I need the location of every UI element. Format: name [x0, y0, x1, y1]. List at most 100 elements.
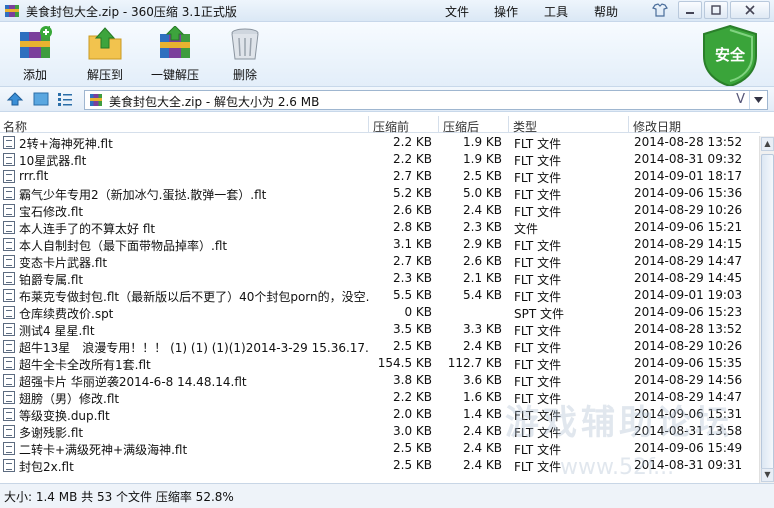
- file-icon: [3, 459, 15, 472]
- table-row[interactable]: 超牛全卡全改所有1套.flt 154.5 KB 112.7 KB FLT 文件 2014…: [0, 355, 760, 372]
- file-size-before: 2.5 KB: [393, 339, 432, 353]
- add-button[interactable]: 添加: [2, 24, 68, 84]
- file-name: 霸气少年专用2（新加冰勺.蛋挞.散弹一套）.flt: [19, 188, 267, 202]
- file-icon: [3, 289, 15, 302]
- col-after[interactable]: 压缩后: [443, 118, 479, 135]
- file-size-before: 3.1 KB: [393, 237, 432, 251]
- one-click-extract-icon: [160, 26, 190, 58]
- add-archive-icon: [20, 26, 52, 58]
- skin-icon[interactable]: [648, 1, 672, 19]
- chevron-down-icon: [754, 97, 763, 103]
- large-icon-view-icon[interactable]: [32, 91, 50, 107]
- table-row[interactable]: 变态卡片武器.flt 2.7 KB 2.6 KB FLT 文件 2014-08-29 1…: [0, 253, 760, 270]
- table-row[interactable]: 霸气少年专用2（新加冰勺.蛋挞.散弹一套）.flt 5.2 KB 5.0 KB FLT…: [0, 185, 760, 202]
- col-type[interactable]: 类型: [513, 118, 537, 135]
- trash-icon: [231, 28, 259, 60]
- address-field[interactable]: 美食封包大全.zip - 解包大小为 2.6 MB V: [84, 90, 768, 110]
- file-size-before: 154.5 KB: [377, 356, 432, 370]
- file-size-before: 2.0 KB: [393, 407, 432, 421]
- file-icon: [3, 408, 15, 421]
- extract-to-button[interactable]: 解压到: [72, 24, 138, 84]
- minimize-button[interactable]: [678, 1, 702, 19]
- window-title: 美食封包大全.zip - 360压缩 3.1正式版: [26, 5, 237, 19]
- status-bar: 大小: 1.4 MB 共 53 个文件 压缩率 52.8%: [0, 483, 774, 508]
- file-icon: [3, 323, 15, 336]
- scroll-up-arrow[interactable]: ▲: [761, 137, 774, 151]
- file-icon: [3, 187, 15, 200]
- table-row[interactable]: 宝石修改.flt 2.6 KB 2.4 KB FLT 文件 2014-08-29 10:…: [0, 202, 760, 219]
- file-size-after: 5.4 KB: [463, 288, 502, 302]
- watermark-url: www.52f...: [560, 455, 675, 480]
- table-row[interactable]: 本人自制封包（最下面带物品掉率）.flt 3.1 KB 2.9 KB FLT 文件 20…: [0, 236, 760, 253]
- file-size-after: 2.4 KB: [463, 203, 502, 217]
- file-size-before: 2.5 KB: [393, 441, 432, 455]
- menu-operation[interactable]: 操作: [494, 3, 518, 20]
- file-size-before: 5.2 KB: [393, 186, 432, 200]
- file-size-before: 2.8 KB: [393, 220, 432, 234]
- one-click-extract-button[interactable]: 一键解压: [142, 24, 208, 84]
- file-size-after: 2.4 KB: [463, 441, 502, 455]
- file-size-after: 1.9 KB: [463, 152, 502, 166]
- file-size-before: 2.2 KB: [393, 390, 432, 404]
- col-name[interactable]: 名称: [3, 118, 27, 135]
- table-row[interactable]: 仓库续费改价.spt 0 KB SPT 文件 2014-09-06 15:23: [0, 304, 760, 321]
- table-row[interactable]: 本人连手了的不算太好 flt 2.8 KB 2.3 KB 文件 2014-09-06 1…: [0, 219, 760, 236]
- file-type: FLT 文件: [514, 205, 562, 219]
- file-name: 测试4 星星.flt: [19, 324, 95, 338]
- maximize-button[interactable]: [704, 1, 728, 19]
- table-row[interactable]: 铂爵专属.flt 2.3 KB 2.1 KB FLT 文件 2014-08-29 14:…: [0, 270, 760, 287]
- close-button[interactable]: [730, 1, 770, 19]
- menu-file[interactable]: 文件: [445, 3, 469, 20]
- file-name: rrr.flt: [19, 169, 49, 183]
- file-icon: [3, 340, 15, 353]
- file-icon: [3, 204, 15, 217]
- file-date: 2014-08-29 14:56: [634, 373, 743, 387]
- file-type: FLT 文件: [514, 375, 562, 389]
- file-icon: [3, 136, 15, 149]
- file-type: FLT 文件: [514, 154, 562, 168]
- up-arrow-icon[interactable]: [6, 91, 24, 107]
- menu-help[interactable]: 帮助: [594, 3, 618, 20]
- file-date: 2014-08-31 09:32: [634, 152, 743, 166]
- file-name: 仓库续费改价.spt: [19, 307, 114, 321]
- table-row[interactable]: 10星武器.flt 2.2 KB 1.9 KB FLT 文件 2014-08-31 09…: [0, 151, 760, 168]
- file-size-before: 2.2 KB: [393, 152, 432, 166]
- list-view-icon[interactable]: [56, 91, 74, 107]
- file-size-after: 2.5 KB: [463, 169, 502, 183]
- list-header: 名称 压缩前 压缩后 类型 修改日期: [0, 116, 760, 135]
- scroll-down-arrow[interactable]: ▼: [761, 468, 774, 482]
- file-type: FLT 文件: [514, 324, 562, 338]
- table-row[interactable]: 测试4 星星.flt 3.5 KB 3.3 KB FLT 文件 2014-08-28 1…: [0, 321, 760, 338]
- table-row[interactable]: 超牛13星 浪漫专用！！！ (1) (1) (1)(1)2014-3-29 15…: [0, 338, 760, 355]
- add-label: 添加: [22, 68, 47, 82]
- file-name: 超牛全卡全改所有1套.flt: [19, 358, 151, 372]
- col-before[interactable]: 压缩前: [373, 118, 409, 135]
- table-row[interactable]: rrr.flt 2.7 KB 2.5 KB FLT 文件 2014-09-01 18:1…: [0, 168, 760, 185]
- table-row[interactable]: 布莱克专做封包.flt（最新版以后不更了）40个封包porn的，没空... 5.5…: [0, 287, 760, 304]
- delete-button[interactable]: 删除: [212, 24, 278, 84]
- file-size-before: 2.5 KB: [393, 458, 432, 472]
- file-name: 宝石修改.flt: [19, 205, 84, 219]
- file-type: FLT 文件: [514, 273, 562, 287]
- file-type: FLT 文件: [514, 341, 562, 355]
- file-size-before: 3.5 KB: [393, 322, 432, 336]
- vertical-scrollbar[interactable]: ▲ ▼: [759, 136, 774, 483]
- file-size-before: 2.3 KB: [393, 271, 432, 285]
- file-size-after: 112.7 KB: [447, 356, 502, 370]
- table-row[interactable]: 超强卡片 华丽逆袭2014-6-8 14.48.14.flt 3.8 KB 3.6 …: [0, 372, 760, 389]
- file-icon: [3, 153, 15, 166]
- address-dropdown[interactable]: [749, 91, 767, 109]
- address-v-glyph: V: [736, 92, 745, 107]
- file-type: FLT 文件: [514, 171, 562, 185]
- menu-tools[interactable]: 工具: [544, 3, 568, 20]
- col-date[interactable]: 修改日期: [633, 118, 681, 135]
- file-size-after: 2.1 KB: [463, 271, 502, 285]
- file-size-before: 2.6 KB: [393, 203, 432, 217]
- file-size-after: 1.6 KB: [463, 390, 502, 404]
- file-name: 本人连手了的不算太好 flt: [19, 222, 156, 236]
- scroll-thumb[interactable]: [761, 154, 774, 474]
- table-row[interactable]: 2转+海神死神.flt 2.2 KB 1.9 KB FLT 文件 2014-08-28 …: [0, 134, 760, 151]
- file-name: 多谢残影.flt: [19, 426, 84, 440]
- archive-icon: [90, 94, 102, 106]
- file-name: 本人自制封包（最下面带物品掉率）.flt: [19, 239, 228, 253]
